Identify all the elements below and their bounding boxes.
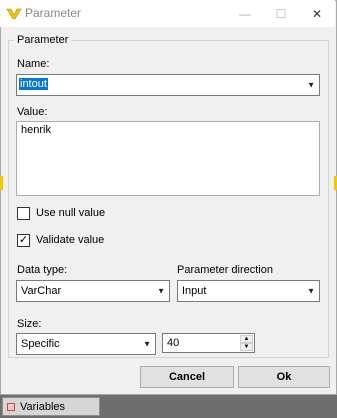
size-amount-spinner[interactable]: 40 ▲ ▼ [162,333,255,353]
maximize-icon: ☐ [275,6,287,21]
cancel-label: Cancel [168,371,206,383]
data-type-value: VarChar [21,285,62,297]
value-label: Value: [17,106,48,118]
chevron-down-icon[interactable]: ▼ [143,340,151,349]
direction-select[interactable]: Input ▼ [177,280,320,302]
maximize-button[interactable]: ☐ [263,0,299,27]
size-amount-value: 40 [167,337,180,349]
name-value: intout [19,78,48,90]
background-edge-mark [0,176,3,190]
chevron-down-icon[interactable]: ▼ [307,81,315,90]
value-text: henrik [21,124,51,136]
data-type-label: Data type: [17,264,68,276]
close-button[interactable]: ✕ [299,0,335,27]
chevron-down-icon[interactable]: ▼ [157,287,165,296]
validate-label[interactable]: Validate value [36,234,104,246]
checkmark-icon: ✓ [18,234,29,246]
ok-button[interactable]: Ok [238,366,330,388]
size-select[interactable]: Specific ▼ [16,333,156,355]
name-combobox[interactable]: intout ▼ [16,74,320,96]
spin-up-icon[interactable]: ▲ [240,335,253,343]
use-null-label[interactable]: Use null value [36,207,105,219]
minimize-icon: — [239,6,251,21]
use-null-checkbox[interactable] [17,207,30,220]
title-bar: Parameter — ☐ ✕ [0,0,335,27]
value-textarea[interactable]: henrik [16,121,320,196]
size-label: Size: [17,318,42,330]
variables-tab-label: Variables [20,400,66,413]
spin-down-icon[interactable]: ▼ [240,343,253,351]
dialog-title: Parameter [25,6,82,20]
data-type-select[interactable]: VarChar ▼ [16,280,170,302]
name-label: Name: [17,58,50,70]
spinner-buttons: ▲ ▼ [240,335,253,351]
group-label: Parameter [14,34,72,46]
ok-label: Ok [276,371,292,383]
variables-icon [7,402,15,411]
app-logo-icon [6,6,22,22]
cancel-button[interactable]: Cancel [140,366,234,388]
direction-label: Parameter direction [177,264,273,276]
variables-tab[interactable]: Variables [2,397,100,416]
validate-checkbox[interactable]: ✓ [17,234,30,247]
chevron-down-icon[interactable]: ▼ [307,287,315,296]
direction-value: Input [182,285,207,297]
minimize-button[interactable]: — [227,0,263,27]
size-value: Specific [21,338,60,350]
close-icon: ✕ [311,6,323,21]
